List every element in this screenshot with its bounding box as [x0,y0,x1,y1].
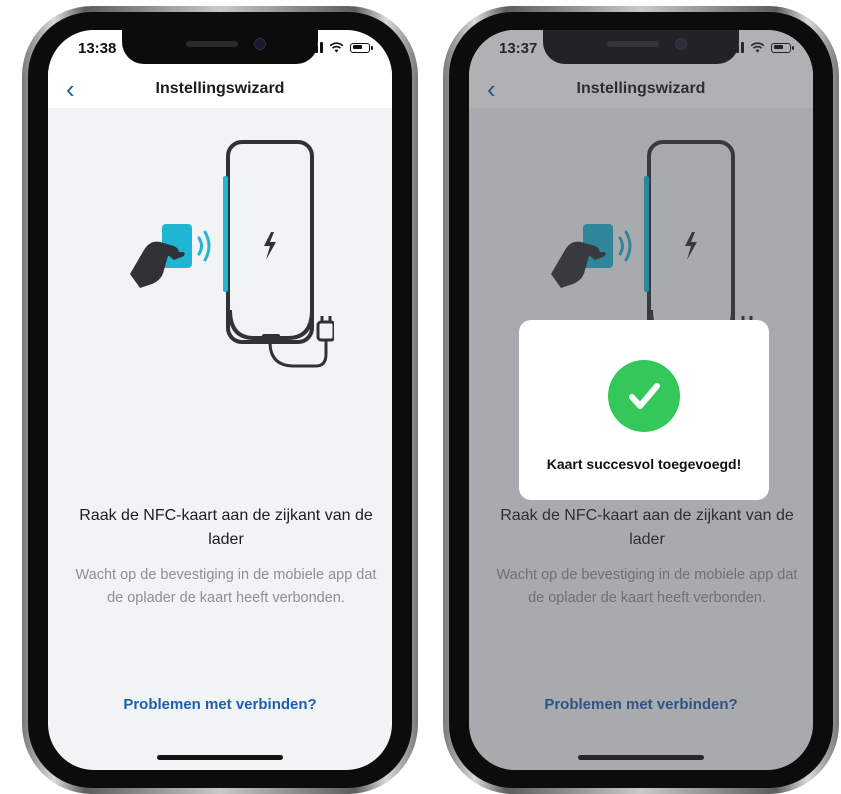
phone-bezel: 13:38 ‹ Instellingswizard Raak de NFC-ka… [28,12,412,788]
hand-holding-card-icon [130,224,192,288]
nfc-reader-strip [223,176,228,292]
success-dialog: Kaart succesvol toegevoegd! [519,320,769,500]
nfc-charger-illustration [130,140,334,368]
phone-bezel: 13:37 ‹ Instellingswizard Raak de NFC-ka… [449,12,833,788]
app-screen-card-added: 13:37 ‹ Instellingswizard Raak de NFC-ka… [469,30,813,770]
nfc-waves-icon [197,230,211,262]
status-time: 13:38 [78,40,117,57]
success-message: Kaart succesvol toegevoegd! [546,456,742,472]
lightning-bolt-icon [264,232,276,260]
phone-frame-left: 13:38 ‹ Instellingswizard Raak de NFC-ka… [22,6,418,794]
app-screen-nfc-instruction: 13:38 ‹ Instellingswizard Raak de NFC-ka… [48,30,392,770]
home-indicator[interactable] [157,755,283,760]
phone-frame-right: 13:37 ‹ Instellingswizard Raak de NFC-ka… [443,6,839,794]
instruction-subtext: Wacht op de bevestiging in de mobiele ap… [75,567,377,606]
device-notch [122,30,318,64]
connection-problems-link[interactable]: Problemen met verbinden? [48,696,392,713]
instruction-heading: Raak de NFC-kaart aan de zijkant van de … [79,507,373,548]
checkmark-circle-icon [608,360,680,432]
power-plug-icon [316,316,334,342]
battery-icon [350,42,373,53]
page-title: Instellingswizard [155,80,285,97]
wifi-icon [329,42,344,53]
